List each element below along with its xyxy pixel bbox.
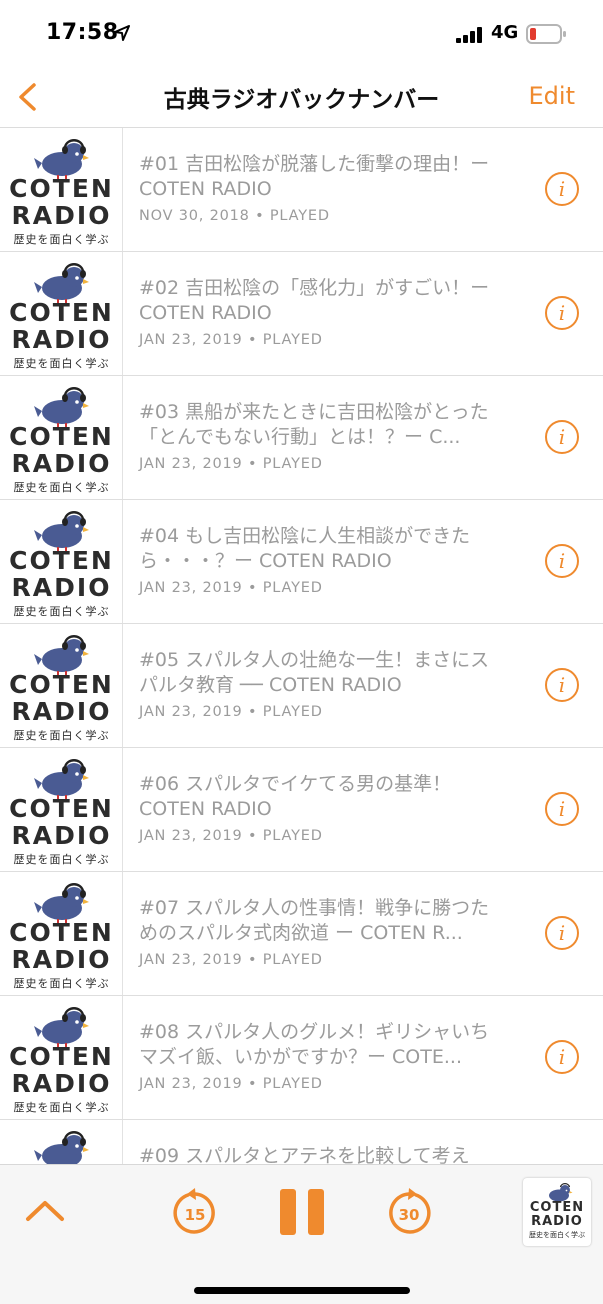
mini-artwork-line-1: COTEN (529, 1200, 585, 1215)
edit-button[interactable]: Edit (529, 82, 575, 110)
episode-title: #02 吉田松陰の「感化力」がすごい！ー COTEN RADIO (139, 277, 490, 324)
artwork-line-2: RADIO (11, 573, 112, 602)
episode-row[interactable]: COTEN RADIO 歴史を面白く学ぶ #02 吉田松陰の「感化力」がすごい！… (0, 252, 603, 376)
episode-row[interactable]: COTEN RADIO 歴史を面白く学ぶ #01 吉田松陰が脱藩した衝撃の理由！… (0, 128, 603, 252)
podcast-artwork: COTEN RADIO 歴史を面白く学ぶ (0, 128, 123, 251)
artwork-tagline: 歴史を面白く学ぶ (13, 1101, 110, 1114)
episode-meta: JAN 23, 2019 • PLAYED (139, 332, 323, 348)
mini-artwork-tagline: 歴史を面白く学ぶ (529, 1231, 585, 1239)
artwork-line-1: COTEN (9, 1042, 114, 1071)
artwork-line-1: COTEN (9, 422, 114, 451)
podcast-artwork: COTEN RADIO 歴史を面白く学ぶ (0, 624, 123, 747)
podcast-artwork: COTEN RADIO 歴史を面白く学ぶ (0, 748, 123, 871)
info-icon[interactable]: i (545, 916, 579, 950)
battery-icon (526, 24, 566, 44)
episode-row[interactable]: COTEN RADIO 歴史を面白く学ぶ #09 スパルタとアテネを比較して考え… (0, 1120, 603, 1164)
episode-title: #06 スパルタでイケてる男の基準！COTEN RADIO (139, 773, 452, 820)
episode-row[interactable]: COTEN RADIO 歴史を面白く学ぶ #03 黒船が来たときに吉田松陰がとっ… (0, 376, 603, 500)
episode-title: #04 もし吉田松陰に人生相談ができたら・・・？ー COTEN RADIO (139, 525, 471, 572)
episode-row[interactable]: COTEN RADIO 歴史を面白く学ぶ #06 スパルタでイケてる男の基準！C… (0, 748, 603, 872)
artwork-tagline: 歴史を面白く学ぶ (13, 853, 110, 866)
artwork-line-1: COTEN (9, 670, 114, 699)
podcast-artwork: COTEN RADIO 歴史を面白く学ぶ (0, 376, 123, 499)
artwork-tagline: 歴史を面白く学ぶ (13, 977, 110, 990)
artwork-line-1: COTEN (9, 794, 114, 823)
page-title: 古典ラジオバックナンバー (163, 87, 440, 113)
skip-forward-seconds: 30 (399, 1206, 420, 1224)
episode-row[interactable]: COTEN RADIO 歴史を面白く学ぶ #04 もし吉田松陰に人生相談ができた… (0, 500, 603, 624)
artwork-line-2: RADIO (11, 697, 112, 726)
episode-title: #03 黒船が来たときに吉田松陰がとった「とんでもない行動」とは！？ー C... (139, 401, 489, 448)
skip-back-seconds: 15 (185, 1206, 206, 1224)
cellular-signal-icon (456, 27, 482, 43)
episode-title: #05 スパルタ人の壮絶な一生！まさにスパルタ教育 ── COTEN RADIO (139, 649, 490, 696)
info-icon[interactable]: i (545, 668, 579, 702)
now-playing-artwork[interactable]: COTEN RADIO 歴史を面白く学ぶ (523, 1178, 591, 1246)
episode-meta: JAN 23, 2019 • PLAYED (139, 828, 323, 844)
coten-bird-logo-icon (34, 1131, 89, 1164)
episode-row[interactable]: COTEN RADIO 歴史を面白く学ぶ #05 スパルタ人の壮絶な一生！まさに… (0, 624, 603, 748)
home-indicator (194, 1287, 410, 1294)
network-type: 4G (491, 22, 519, 43)
artwork-tagline: 歴史を面白く学ぶ (13, 729, 110, 742)
skip-forward-icon[interactable]: 30 (384, 1187, 434, 1237)
artwork-line-1: COTEN (9, 918, 114, 947)
status-bar: 17:58 4G (0, 0, 603, 66)
episode-title: #09 スパルタとアテネを比較して考え (139, 1145, 470, 1164)
artwork-line-2: RADIO (11, 945, 112, 974)
info-icon[interactable]: i (545, 420, 579, 454)
artwork-tagline: 歴史を面白く学ぶ (13, 233, 110, 246)
mini-artwork-line-2: RADIO (531, 1214, 583, 1229)
episode-meta: JAN 23, 2019 • PLAYED (139, 952, 323, 968)
episode-title: #01 吉田松陰が脱藩した衝撃の理由！ー COTEN RADIO (139, 153, 490, 200)
artwork-line-2: RADIO (11, 1069, 112, 1098)
status-time: 17:58 (46, 20, 119, 45)
chevron-up-icon[interactable] (24, 1195, 66, 1225)
podcast-artwork: COTEN RADIO 歴史を面白く学ぶ (0, 872, 123, 995)
podcast-artwork: COTEN RADIO 歴史を面白く学ぶ (0, 1120, 123, 1164)
info-icon[interactable]: i (545, 296, 579, 330)
artwork-line-2: RADIO (11, 325, 112, 354)
episode-meta: JAN 23, 2019 • PLAYED (139, 704, 323, 720)
nav-bar: 古典ラジオバックナンバー Edit (0, 66, 603, 128)
podcast-artwork: COTEN RADIO 歴史を面白く学ぶ (0, 252, 123, 375)
episode-row[interactable]: COTEN RADIO 歴史を面白く学ぶ #08 スパルタ人のグルメ！ギリシャい… (0, 996, 603, 1120)
mini-player[interactable]: 15 30 COTEN RADIO 歴史を面白く学ぶ (0, 1164, 603, 1304)
artwork-line-2: RADIO (11, 449, 112, 478)
episode-title: #08 スパルタ人のグルメ！ギリシャいちマズイ飯、いかがですか？ー COTE..… (139, 1021, 490, 1068)
skip-back-icon[interactable]: 15 (170, 1187, 220, 1237)
artwork-line-1: COTEN (9, 546, 114, 575)
artwork-line-2: RADIO (11, 201, 112, 230)
episode-meta: JAN 23, 2019 • PLAYED (139, 1076, 323, 1092)
location-arrow-icon (114, 25, 130, 41)
artwork-line-1: COTEN (9, 298, 114, 327)
info-icon[interactable]: i (545, 544, 579, 578)
episode-title: #07 スパルタ人の性事情！戦争に勝つためのスパルタ式肉欲道 ー COTEN R… (139, 897, 490, 944)
podcast-artwork: COTEN RADIO 歴史を面白く学ぶ (0, 996, 123, 1119)
episode-row[interactable]: COTEN RADIO 歴史を面白く学ぶ #07 スパルタ人の性事情！戦争に勝つ… (0, 872, 603, 996)
artwork-tagline: 歴史を面白く学ぶ (13, 357, 110, 370)
artwork-tagline: 歴史を面白く学ぶ (13, 481, 110, 494)
episode-meta: NOV 30, 2018 • PLAYED (139, 208, 330, 224)
info-icon[interactable]: i (545, 1040, 579, 1074)
episode-list[interactable]: COTEN RADIO 歴史を面白く学ぶ #01 吉田松陰が脱藩した衝撃の理由！… (0, 128, 603, 1164)
artwork-line-1: COTEN (9, 174, 114, 203)
pause-icon[interactable] (280, 1189, 324, 1235)
episode-meta: JAN 23, 2019 • PLAYED (139, 580, 323, 596)
info-icon[interactable]: i (545, 792, 579, 826)
podcast-artwork: COTEN RADIO 歴史を面白く学ぶ (0, 500, 123, 623)
info-icon[interactable]: i (545, 172, 579, 206)
artwork-line-2: RADIO (11, 821, 112, 850)
artwork-tagline: 歴史を面白く学ぶ (13, 605, 110, 618)
episode-meta: JAN 23, 2019 • PLAYED (139, 456, 323, 472)
